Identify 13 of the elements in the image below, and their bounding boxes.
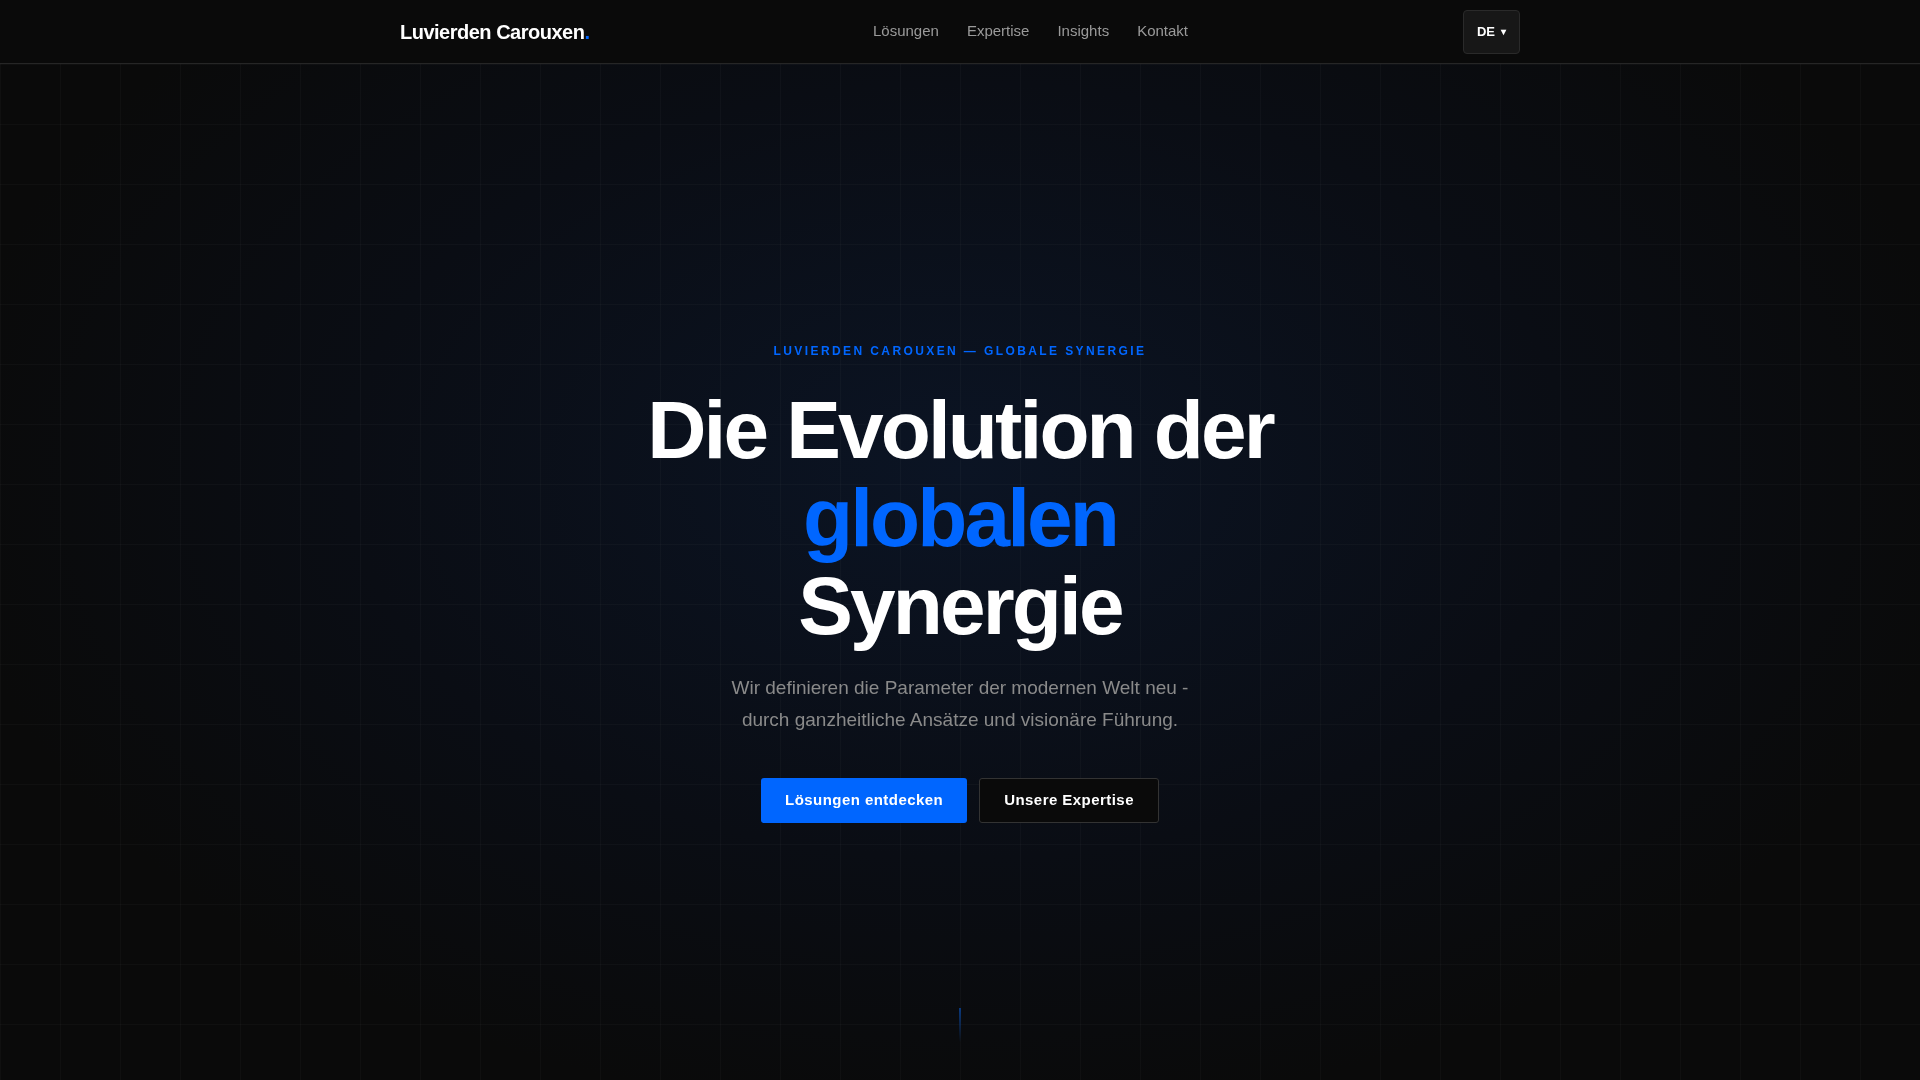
eyebrow-text: LUVIERDEN CAROUXEN — GLOBALE SYNERGIE [773, 342, 1147, 360]
secondary-button[interactable]: Unsere Expertise [979, 777, 1159, 823]
hero-headline: Die Evolution der globalen Synergie [647, 385, 1273, 650]
nav-link[interactable]: Insights [1057, 20, 1110, 43]
language-selector[interactable]: DE ▾ [1462, 9, 1520, 54]
caret-icon: ▾ [1501, 24, 1506, 39]
primary-button[interactable]: Lösungen entdecken [761, 777, 968, 823]
nav-link[interactable]: Expertise [966, 20, 1030, 43]
nav-link[interactable]: Lösungen [873, 20, 939, 43]
scroll-indicator [959, 1008, 961, 1042]
brand-logo[interactable]: Luvierden Carouxen. [400, 16, 873, 47]
nav-link[interactable]: Kontakt [1137, 20, 1188, 43]
hero-subtitle: Wir definieren die Parameter der modernen Welt neu - durch ganzheitliche Ansätze und visionäre Führung. [731, 675, 1189, 732]
